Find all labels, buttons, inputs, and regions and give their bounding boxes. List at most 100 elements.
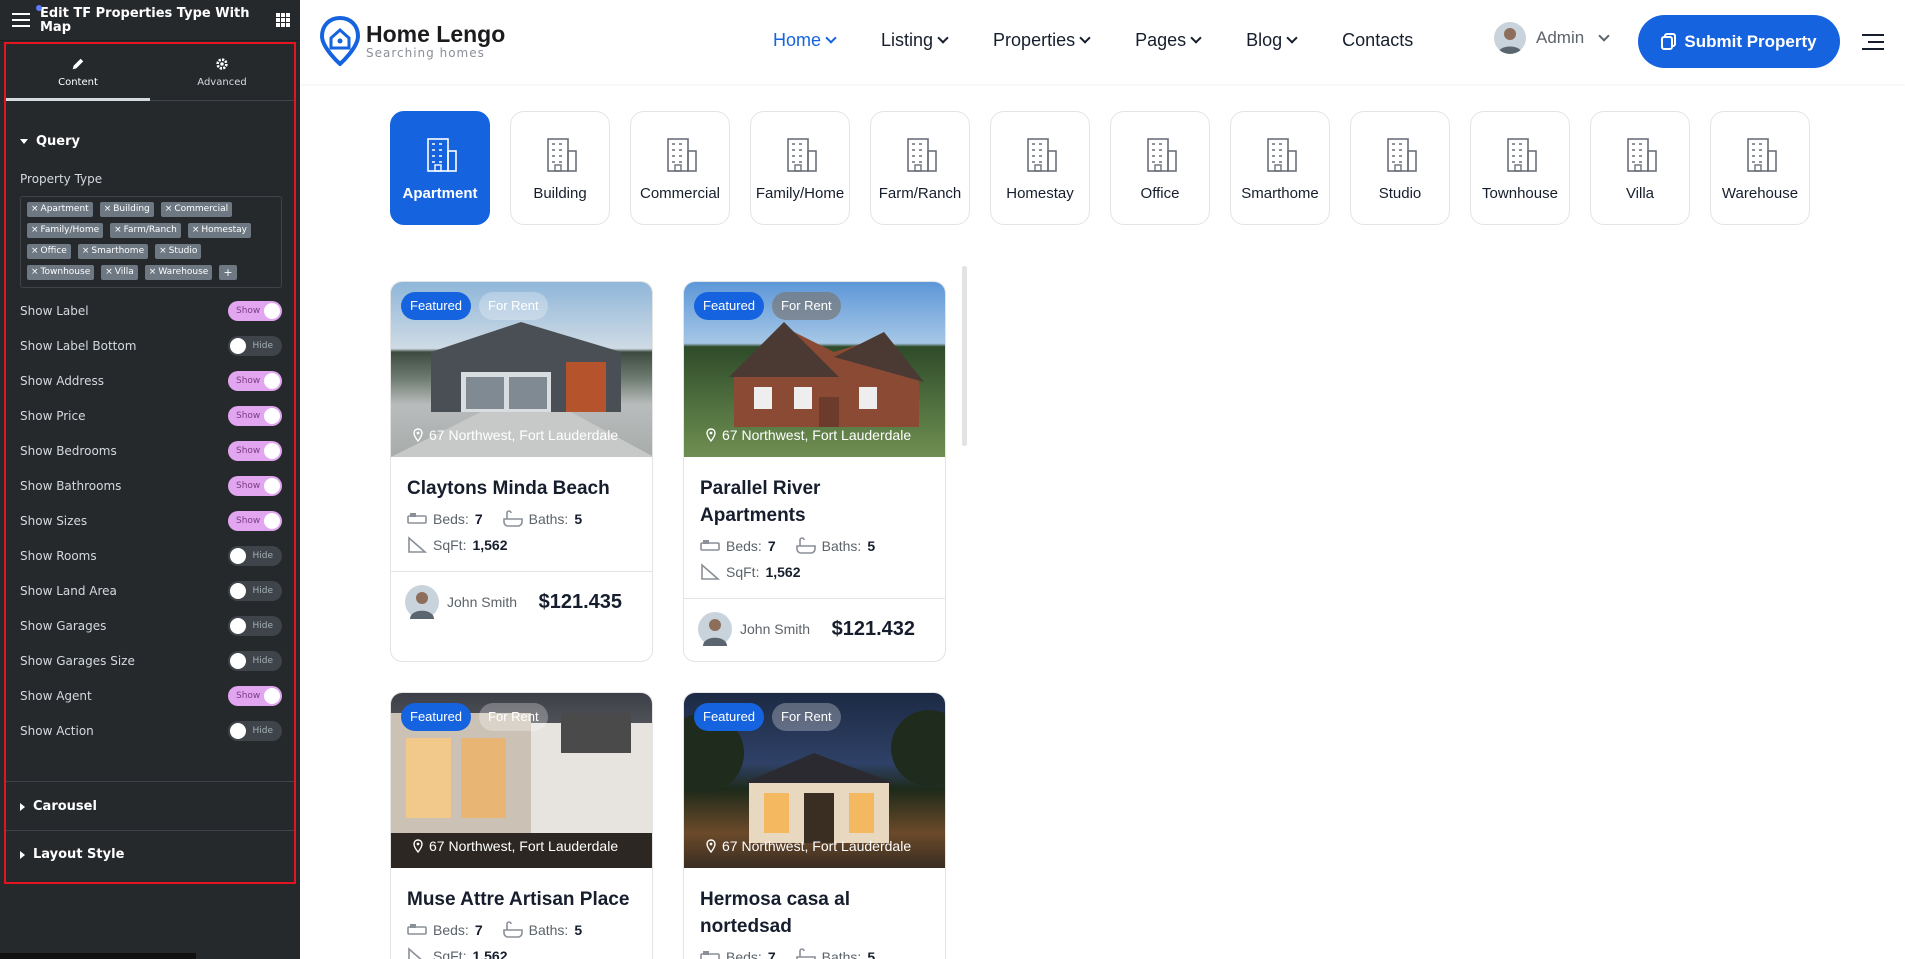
toggle-switch[interactable]: Show (228, 301, 282, 321)
type-tile-studio[interactable]: Studio (1350, 111, 1450, 225)
tag-remove-icon[interactable]: × (104, 204, 112, 214)
section-carousel[interactable]: Carousel (6, 799, 111, 814)
nav-item-pages[interactable]: Pages (1135, 30, 1202, 51)
toggle-knob (230, 548, 246, 564)
tag-townhouse[interactable]: × Townhouse (27, 265, 95, 280)
tag-remove-icon[interactable]: × (165, 204, 173, 214)
tag-remove-icon[interactable]: × (192, 225, 200, 235)
tag-warehouse[interactable]: × Warehouse (144, 265, 213, 280)
site-logo[interactable]: Home Lengo Searching homes (320, 16, 505, 66)
building-icon (1027, 138, 1057, 172)
panel-controls: Content Advanced Query Property Type × Ap… (4, 42, 296, 884)
tag-remove-icon[interactable]: × (114, 225, 122, 235)
toggle-switch[interactable]: Show (228, 371, 282, 391)
tag-label: Office (40, 246, 67, 256)
control-show-land-area: Show Land Area Hide (20, 581, 282, 601)
nav-item-contacts[interactable]: Contacts (1342, 30, 1413, 51)
listing-title[interactable]: Muse Attre Artisan Place (407, 886, 636, 913)
listing-card[interactable]: Featured For Rent 67 Northwest, Fort Lau… (683, 281, 946, 662)
toggle-switch[interactable]: Show (228, 686, 282, 706)
type-tile-farm-ranch[interactable]: Farm/Ranch (870, 111, 970, 225)
type-tile-building[interactable]: Building (510, 111, 610, 225)
type-tile-homestay[interactable]: Homestay (990, 111, 1090, 225)
nav-item-home[interactable]: Home (773, 30, 837, 51)
type-tile-smarthome[interactable]: Smarthome (1230, 111, 1330, 225)
listing-photo[interactable]: Featured For Rent 67 Northwest, Fort Lau… (391, 282, 652, 457)
side-menu-icon[interactable] (1862, 34, 1884, 50)
toggle-switch[interactable]: Show (228, 511, 282, 531)
toggle-knob (264, 513, 280, 529)
tag-building[interactable]: × Building (99, 202, 154, 217)
caret-right-icon (20, 850, 25, 859)
horizontal-scrollbar[interactable] (0, 953, 196, 959)
listing-title[interactable]: Hermosa casa al nortedsad (700, 886, 890, 940)
type-tile-commercial[interactable]: Commercial (630, 111, 730, 225)
toggle-switch[interactable]: Show (228, 406, 282, 426)
toggle-switch[interactable]: Hide (228, 721, 282, 741)
tag-remove-icon[interactable]: × (31, 267, 39, 277)
tag-office[interactable]: × Office (27, 244, 71, 259)
location-pin-icon (413, 839, 423, 853)
listing-photo[interactable]: Featured For Rent 67 Northwest, Fort Lau… (684, 693, 945, 868)
tag-remove-icon[interactable]: × (105, 267, 113, 277)
baths-label: Baths: (528, 922, 569, 938)
section-query[interactable]: Query (6, 134, 94, 149)
control-label: Show Land Area (20, 584, 117, 598)
toggle-switch[interactable]: Show (228, 476, 282, 496)
tag-farm-ranch[interactable]: × Farm/Ranch (110, 223, 181, 238)
tag-apartment[interactable]: × Apartment (27, 202, 93, 217)
tag-homestay[interactable]: × Homestay (187, 223, 251, 238)
type-tile-villa[interactable]: Villa (1590, 111, 1690, 225)
add-tag-button[interactable]: + (219, 265, 237, 280)
divider (6, 830, 294, 831)
listing-card[interactable]: Featured For Rent 67 Northwest, Fort Lau… (390, 281, 653, 662)
agent-avatar[interactable] (698, 612, 732, 646)
tag-remove-icon[interactable]: × (159, 246, 167, 256)
toggle-switch[interactable]: Hide (228, 616, 282, 636)
listing-card[interactable]: Featured For Rent 67 Northwest, Fort Lau… (683, 692, 946, 959)
baths-value: 5 (574, 511, 583, 527)
type-tile-office[interactable]: Office (1110, 111, 1210, 225)
agent-name[interactable]: John Smith (740, 621, 810, 637)
tab-advanced[interactable]: Advanced (150, 44, 294, 100)
nav-item-listing[interactable]: Listing (881, 30, 949, 51)
tag-remove-icon[interactable]: × (149, 267, 157, 277)
listing-title[interactable]: Claytons Minda Beach (407, 475, 636, 502)
toggle-switch[interactable]: Show (228, 441, 282, 461)
site-header: Home Lengo Searching homes Home Listing Pr… (300, 0, 1905, 84)
hamburger-menu-icon[interactable] (12, 13, 30, 27)
toggle-switch[interactable]: Hide (228, 581, 282, 601)
toggle-switch[interactable]: Hide (228, 546, 282, 566)
tag-commercial[interactable]: × Commercial (160, 202, 233, 217)
listing-card[interactable]: Featured For Rent 67 Northwest, Fort Lau… (390, 692, 653, 959)
listing-photo[interactable]: Featured For Rent 67 Northwest, Fort Lau… (391, 693, 652, 868)
listing-scrollbar[interactable] (962, 266, 967, 446)
address-text: 67 Northwest, Fort Lauderdale (722, 838, 912, 854)
toggle-switch[interactable]: Hide (228, 651, 282, 671)
agent-avatar[interactable] (405, 585, 439, 619)
tag-remove-icon[interactable]: × (31, 204, 39, 214)
tag-studio[interactable]: × Studio (155, 244, 202, 259)
nav-item-properties[interactable]: Properties (993, 30, 1091, 51)
tab-content[interactable]: Content (6, 44, 150, 101)
tag-remove-icon[interactable]: × (31, 246, 39, 256)
tag-remove-icon[interactable]: × (31, 225, 39, 235)
submit-property-button[interactable]: Submit Property (1638, 15, 1840, 68)
type-tile-townhouse[interactable]: Townhouse (1470, 111, 1570, 225)
tag-family-home[interactable]: × Family/Home (27, 223, 104, 238)
listing-title[interactable]: Parallel River Apartments (700, 475, 929, 529)
type-tile-apartment[interactable]: Apartment (390, 111, 490, 225)
user-menu[interactable]: Admin (1494, 22, 1610, 54)
type-tile-family-home[interactable]: Family/Home (750, 111, 850, 225)
section-layout-style[interactable]: Layout Style (6, 847, 138, 862)
widgets-grid-icon[interactable] (276, 13, 290, 27)
nav-item-blog[interactable]: Blog (1246, 30, 1298, 51)
listing-photo[interactable]: Featured For Rent 67 Northwest, Fort Lau… (684, 282, 945, 457)
property-type-select[interactable]: × Apartment × Building × Commercial × Family/Ho… (20, 196, 282, 288)
agent-name[interactable]: John Smith (447, 594, 517, 610)
type-tile-warehouse[interactable]: Warehouse (1710, 111, 1810, 225)
tag-smarthome[interactable]: × Smarthome (77, 244, 149, 259)
tag-remove-icon[interactable]: × (82, 246, 90, 256)
tag-villa[interactable]: × Villa (101, 265, 138, 280)
toggle-switch[interactable]: Hide (228, 336, 282, 356)
